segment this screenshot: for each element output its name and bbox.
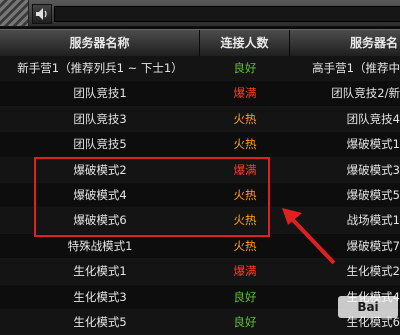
connection-status: 火热: [233, 238, 257, 253]
server-name: 爆破模式4: [73, 187, 127, 202]
server-name-2: 团队竞技2/新: [331, 86, 400, 101]
watermark-logo: Bai: [338, 296, 398, 318]
connection-status: 爆满: [233, 264, 257, 279]
server-name: 生化模式3: [73, 289, 127, 304]
volume-button[interactable]: [32, 4, 52, 24]
server-name: 团队竞技3: [73, 111, 127, 126]
table-row[interactable]: 团队竞技5 火热 爆破模式1: [0, 132, 400, 158]
server-name: 特殊战模式1: [67, 238, 133, 253]
table-row[interactable]: 团队竞技1 爆满 团队竞技2/新: [0, 81, 400, 107]
server-name: 新手营1（推荐列兵1 ~ 下士1）: [17, 61, 183, 75]
connection-status: 良好: [233, 289, 257, 304]
table-header: 服务器名称 连接人数 服务器名: [0, 29, 400, 57]
server-name-2: 爆破模式5: [346, 187, 400, 202]
server-name-2: 战场模式1: [346, 213, 400, 228]
connection-status: 火热: [233, 137, 257, 152]
connection-status: 良好: [233, 314, 257, 329]
table-row[interactable]: 新手营1（推荐列兵1 ~ 下士1） 良好 高手营1（推荐中: [0, 56, 400, 82]
server-name: 团队竞技1: [73, 86, 127, 101]
column-header-server-name-2[interactable]: 服务器名: [290, 30, 400, 56]
top-toolbar: [0, 0, 400, 27]
server-list: 新手营1（推荐列兵1 ~ 下士1） 良好 高手营1（推荐中团队竞技1 爆满 团队竞技2/…: [0, 56, 400, 335]
connection-status: 火热: [233, 187, 257, 202]
table-row[interactable]: 生化模式1 爆满 生化模式2: [0, 259, 400, 285]
connection-status: 火热: [233, 111, 257, 126]
server-name: 爆破模式2: [73, 162, 127, 177]
table-row[interactable]: 特殊战模式1 火热 爆破模式7: [0, 233, 400, 260]
server-name-2: 爆破模式7: [346, 238, 400, 253]
server-name-2: 爆破模式1: [346, 137, 400, 152]
connection-status: 火热: [233, 213, 257, 228]
server-name-2: 高手营1（推荐中: [312, 61, 400, 75]
table-row[interactable]: 爆破模式2 爆满 爆破模式3: [0, 157, 400, 183]
volume-slider[interactable]: [54, 6, 400, 22]
table-row[interactable]: 团队竞技3 火热 团队竞技4: [0, 106, 400, 133]
server-name-2: 爆破模式3: [346, 162, 400, 177]
table-row[interactable]: 爆破模式4 火热 爆破模式5: [0, 182, 400, 209]
server-name: 团队竞技5: [73, 137, 127, 152]
column-header-server-name[interactable]: 服务器名称: [0, 30, 200, 56]
server-name: 生化模式5: [73, 314, 127, 329]
connection-status: 爆满: [233, 162, 257, 177]
server-name-2: 团队竞技4: [346, 111, 400, 126]
table-row[interactable]: 爆破模式6 火热 战场模式1: [0, 208, 400, 234]
connection-status: 爆满: [233, 86, 257, 101]
column-header-connections[interactable]: 连接人数: [200, 30, 290, 56]
server-name: 生化模式1: [73, 264, 127, 279]
speaker-icon: [36, 8, 47, 20]
server-name: 爆破模式6: [73, 213, 127, 228]
server-name-2: 生化模式2: [346, 264, 400, 279]
decorative-stripes: [0, 0, 29, 26]
connection-status: 良好: [233, 61, 257, 75]
